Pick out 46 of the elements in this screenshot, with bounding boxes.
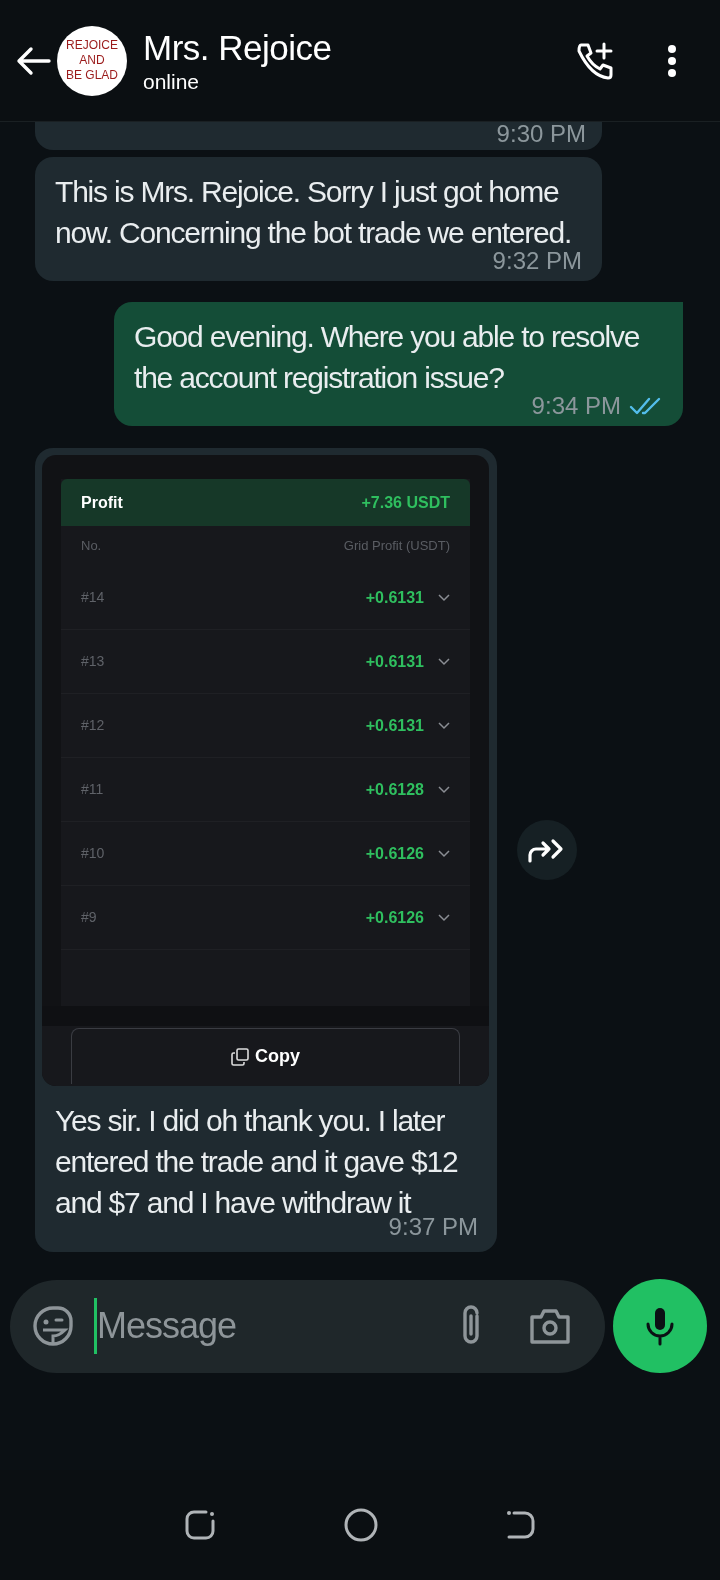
- avatar-text: REJOICE: [66, 38, 118, 53]
- column-header: Grid Profit (USDT): [343, 537, 450, 556]
- avatar-text: BE GLAD: [66, 68, 118, 83]
- microphone-icon: [645, 1306, 675, 1346]
- chevron-down-icon[interactable]: [438, 721, 450, 730]
- profit-total: +7.36 USDT: [361, 492, 450, 513]
- recent-apps-icon[interactable]: [183, 1509, 216, 1541]
- sticker-icon[interactable]: [32, 1305, 74, 1347]
- avatar[interactable]: REJOICE AND BE GLAD: [57, 25, 127, 96]
- back-icon[interactable]: [506, 1510, 537, 1540]
- grid-profit-value: +0.6126: [365, 907, 424, 928]
- contact-name[interactable]: Mrs. Rejoice: [143, 26, 332, 69]
- row-number: #14: [81, 588, 105, 607]
- row-number: #9: [81, 908, 97, 927]
- chevron-down-icon[interactable]: [438, 593, 450, 602]
- camera-icon[interactable]: [529, 1307, 571, 1345]
- row-number: #13: [81, 652, 105, 671]
- column-header: No.: [81, 537, 102, 556]
- grid-profit-value: +0.6131: [365, 651, 424, 672]
- add-call-icon[interactable]: [575, 40, 615, 81]
- more-options-icon[interactable]: [667, 43, 677, 78]
- profit-title: Profit: [81, 492, 123, 513]
- chevron-down-icon[interactable]: [438, 657, 450, 666]
- copy-icon: [231, 1047, 249, 1066]
- chevron-down-icon[interactable]: [438, 913, 450, 922]
- message-text: Good evening. Where you able to resolve the account registration issue?: [134, 319, 641, 396]
- grid-profit-value: +0.6131: [365, 587, 424, 608]
- row-number: #12: [81, 716, 105, 735]
- message-time: 9:34 PM: [531, 394, 621, 418]
- message-field[interactable]: Message: [97, 1299, 457, 1353]
- message-time: 9:30 PM: [496, 122, 586, 146]
- home-icon[interactable]: [343, 1507, 379, 1543]
- message-time: 9:32 PM: [492, 249, 582, 273]
- row-number: #10: [81, 844, 105, 863]
- grid-profit-value: +0.6131: [365, 715, 424, 736]
- message-input[interactable]: Message: [10, 1279, 605, 1373]
- message-text: This is Mrs. Rejoice. Sorry I just got home now. Concerning the bot trade we entered.: [55, 174, 573, 251]
- contact-status: online: [143, 68, 201, 95]
- chevron-down-icon[interactable]: [438, 849, 450, 858]
- grid-profit-value: +0.6128: [365, 779, 424, 800]
- chevron-down-icon[interactable]: [438, 785, 450, 794]
- back-arrow-icon[interactable]: [15, 45, 51, 76]
- row-number: #11: [81, 780, 104, 799]
- grid-profit-value: +0.6126: [365, 843, 424, 864]
- copy-button[interactable]: Copy: [71, 1028, 460, 1084]
- avatar-text: AND: [79, 53, 105, 68]
